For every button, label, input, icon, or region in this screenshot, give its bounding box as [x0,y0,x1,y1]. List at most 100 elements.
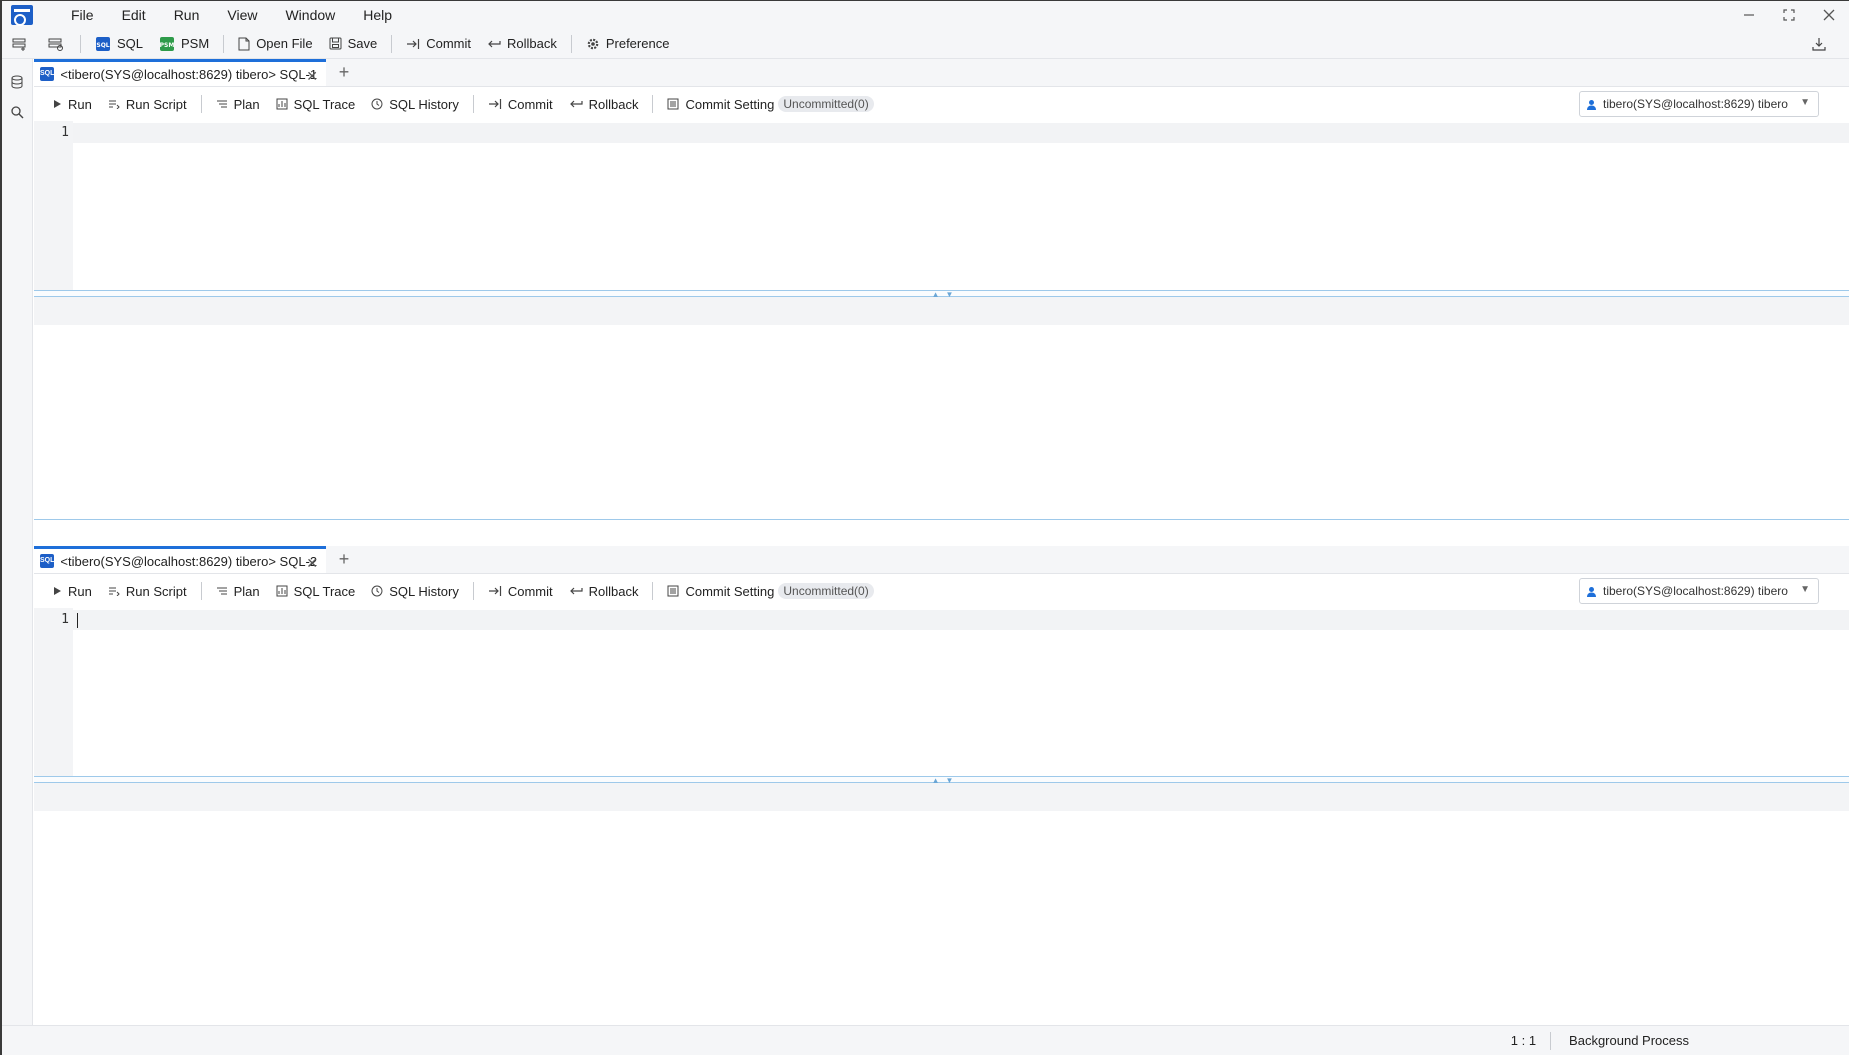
sql-trace-button[interactable]: SQL Trace [268,578,364,604]
rollback-button[interactable]: Rollback [479,31,565,57]
rollback-button[interactable]: Rollback [561,91,647,117]
toolbar-separator [652,95,654,113]
connection-manager-icon[interactable] [38,31,74,57]
preference-button[interactable]: Preference [578,31,678,57]
plan-icon [216,99,228,109]
menu-window[interactable]: Window [271,1,349,29]
run-button[interactable]: Run [44,578,100,604]
run-script-button[interactable]: Run Script [100,578,195,604]
database-icon[interactable] [6,71,28,93]
close-icon[interactable]: ✕ [306,68,318,85]
rollback-label: Rollback [588,96,639,112]
editor-toolbar: Run Run Script Plan SQL Trace SQL Histor… [34,87,1849,121]
psm-button[interactable]: PSM PSM [151,31,217,57]
preference-label: Preference [605,36,670,51]
new-connection-icon[interactable] [2,31,38,57]
menu-view[interactable]: View [213,1,271,29]
commit-setting-button[interactable]: Commit Setting Uncommitted(0) [659,578,881,604]
toolbar-separator [472,582,474,600]
toolbar-separator [80,34,81,53]
rollback-icon [569,98,583,110]
commit-label: Commit [507,583,553,599]
clock-icon [371,585,383,597]
rollback-label: Rollback [588,583,639,599]
rollback-icon [487,38,501,50]
toolbar-separator [472,95,474,113]
sql-trace-button[interactable]: SQL Trace [268,91,364,117]
connection-value: tibero(SYS@localhost:8629) tibero [1603,584,1788,598]
code-editor[interactable]: 1 [34,608,1849,776]
main-toolbar: SQL SQL PSM PSM Open File Save Commit Ro… [2,29,1849,59]
run-button[interactable]: Run [44,91,100,117]
app-logo-icon [11,5,33,26]
run-script-button[interactable]: Run Script [100,91,195,117]
add-tab-icon[interactable]: + [326,59,362,86]
sql-history-button[interactable]: SQL History [363,91,467,117]
line-number: 1 [61,125,69,140]
status-bar: 1 : 1 Background Process [2,1025,1849,1055]
commit-setting-button[interactable]: Commit Setting Uncommitted(0) [659,91,881,117]
commit-button[interactable]: Commit [480,578,561,604]
line-gutter: 1 [34,608,73,776]
tab-sql-2[interactable]: SQL <tibero(SYS@localhost:8629) tibero> … [34,546,326,573]
trace-icon [276,585,288,597]
plan-icon [216,586,228,596]
settings-list-icon [667,98,679,110]
user-icon [1586,586,1597,597]
trace-icon [276,98,288,110]
pane-splitter[interactable]: ▲ ▼ [34,290,1849,299]
background-process[interactable]: Background Process [1555,1033,1689,1048]
save-icon [329,37,342,50]
sql-icon: SQL [95,36,111,52]
settings-list-icon [667,585,679,597]
close-icon[interactable]: ✕ [306,555,318,572]
sql-button[interactable]: SQL SQL [87,31,151,57]
menu-help[interactable]: Help [349,1,406,29]
sql-button-label: SQL [117,36,144,51]
menu-file[interactable]: File [57,1,108,29]
add-tab-icon[interactable]: + [326,546,362,573]
save-button[interactable]: Save [321,31,386,57]
connection-select[interactable]: tibero(SYS@localhost:8629) tibero ▼ [1579,578,1819,604]
pane-splitter[interactable]: ▲ ▼ [34,776,1849,785]
left-rail [2,59,33,1026]
sql-trace-label: SQL Trace [293,583,356,599]
tab-strip: SQL <tibero(SYS@localhost:8629) tibero> … [34,59,1849,87]
menu-bar: File Edit Run View Window Help [2,1,1849,29]
app-window: File Edit Run View Window Help SQL SQL P… [0,0,1849,1055]
commit-button[interactable]: Commit [398,31,479,57]
commit-setting-label: Commit Setting [685,96,775,112]
download-icon[interactable] [1801,31,1837,57]
svg-text:PSM: PSM [160,42,175,49]
code-editor[interactable]: 1 [34,121,1849,290]
svg-text:SQL: SQL [96,42,109,49]
run-script-icon [108,99,120,109]
minimize-icon[interactable] [1729,1,1769,29]
line-gutter: 1 [34,121,73,290]
search-icon[interactable] [6,101,28,123]
plan-button[interactable]: Plan [208,91,268,117]
sql-history-label: SQL History [389,96,459,112]
commit-button[interactable]: Commit [480,91,561,117]
commit-label: Commit [426,36,471,51]
cursor-position: 1 : 1 [1510,1033,1537,1048]
tab-strip: SQL <tibero(SYS@localhost:8629) tibero> … [34,546,1849,574]
sql-history-button[interactable]: SQL History [363,578,467,604]
menu-edit[interactable]: Edit [108,1,160,29]
commit-label: Commit [507,96,553,112]
close-window-icon[interactable] [1809,1,1849,29]
commit-icon [406,38,420,50]
maximize-icon[interactable] [1769,1,1809,29]
toolbar-separator [391,34,393,53]
result-pane [34,297,1849,519]
toolbar-separator [200,95,202,113]
plan-button[interactable]: Plan [208,578,268,604]
toolbar-separator [652,582,654,600]
connection-select[interactable]: tibero(SYS@localhost:8629) tibero ▼ [1579,91,1819,117]
rollback-button[interactable]: Rollback [561,578,647,604]
menu-run[interactable]: Run [160,1,214,29]
tab-sql-1[interactable]: SQL <tibero(SYS@localhost:8629) tibero> … [34,59,326,86]
open-file-label: Open File [256,36,313,51]
text-caret [77,613,78,628]
open-file-button[interactable]: Open File [230,31,320,57]
